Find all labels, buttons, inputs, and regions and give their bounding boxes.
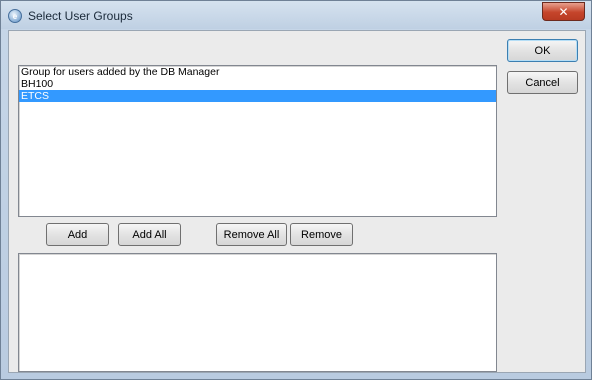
title-bar[interactable]: e Select User Groups ✕: [1, 1, 591, 29]
cancel-button[interactable]: Cancel: [507, 71, 578, 94]
available-groups-list[interactable]: Group for users added by the DB Manager …: [18, 65, 497, 217]
ok-button[interactable]: OK: [507, 39, 578, 62]
close-button[interactable]: ✕: [542, 2, 585, 21]
list-item[interactable]: BH100: [19, 78, 496, 90]
dialog-client-area: Group for users added by the DB Manager …: [8, 30, 586, 373]
list-item[interactable]: Group for users added by the DB Manager: [19, 66, 496, 78]
list-item[interactable]: ETCS: [19, 90, 496, 102]
remove-all-button[interactable]: Remove All: [216, 223, 287, 246]
remove-button[interactable]: Remove: [290, 223, 353, 246]
dialog-window: e Select User Groups ✕ Group for users a…: [0, 0, 592, 380]
add-all-button[interactable]: Add All: [118, 223, 181, 246]
window-title: Select User Groups: [28, 9, 133, 23]
app-icon: e: [8, 9, 22, 23]
add-button[interactable]: Add: [46, 223, 109, 246]
selected-groups-list[interactable]: [18, 253, 497, 372]
